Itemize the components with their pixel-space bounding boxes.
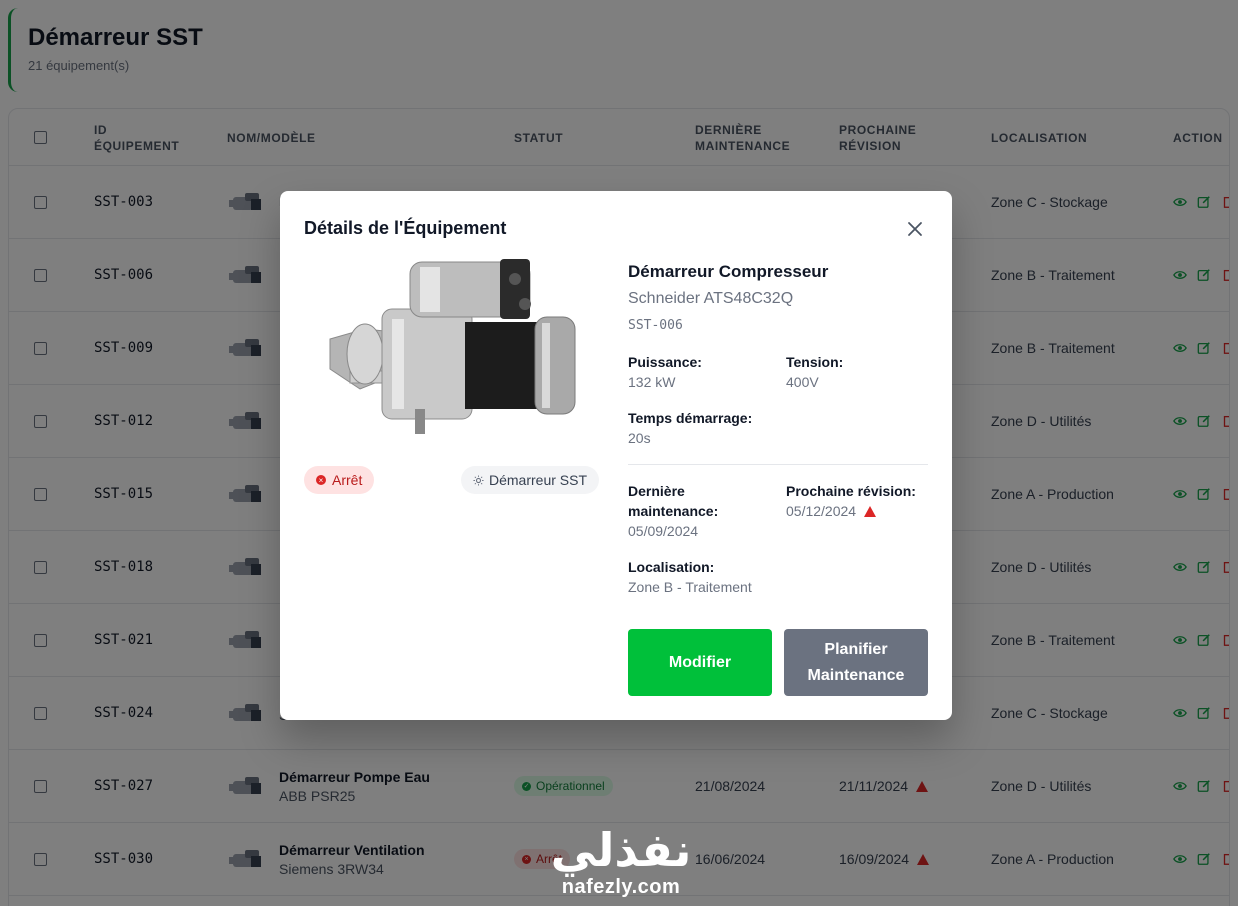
edit-button[interactable]: Modifier bbox=[628, 629, 772, 696]
sun-icon bbox=[473, 474, 484, 486]
plan-maintenance-button[interactable]: Planifier Maintenance bbox=[784, 629, 928, 696]
divider bbox=[628, 464, 928, 465]
modal-title: Détails de l'Équipement bbox=[304, 218, 507, 238]
last-maintenance-info: Dernière maintenance: 05/09/2024 bbox=[628, 483, 719, 539]
equipment-model: Schneider ATS48C32Q bbox=[628, 290, 794, 307]
close-icon[interactable] bbox=[904, 218, 926, 240]
watermark-logo: نفذلي nafezly.com bbox=[550, 823, 692, 898]
product-image bbox=[329, 259, 576, 434]
voltage-spec: Tension: 400V bbox=[786, 354, 844, 390]
start-time-spec: Temps démarrage: 20s bbox=[628, 410, 753, 446]
equipment-id: SST-006 bbox=[628, 318, 683, 333]
equipment-details-modal: Détails de l'Équipement × Arrêt Démarreu… bbox=[280, 191, 952, 720]
location-info: Localisation: Zone B - Traitement bbox=[628, 559, 752, 595]
stop-icon: × bbox=[316, 475, 326, 485]
warning-icon bbox=[864, 505, 877, 517]
modal-type-badge: Démarreur SST bbox=[461, 466, 600, 494]
power-spec: Puissance: 132 kW bbox=[628, 354, 702, 390]
equipment-name: Démarreur Compresseur bbox=[628, 262, 829, 281]
modal-status-badge: × Arrêt bbox=[304, 466, 375, 494]
next-revision-info: Prochaine révision: 05/12/2024 bbox=[786, 483, 916, 519]
